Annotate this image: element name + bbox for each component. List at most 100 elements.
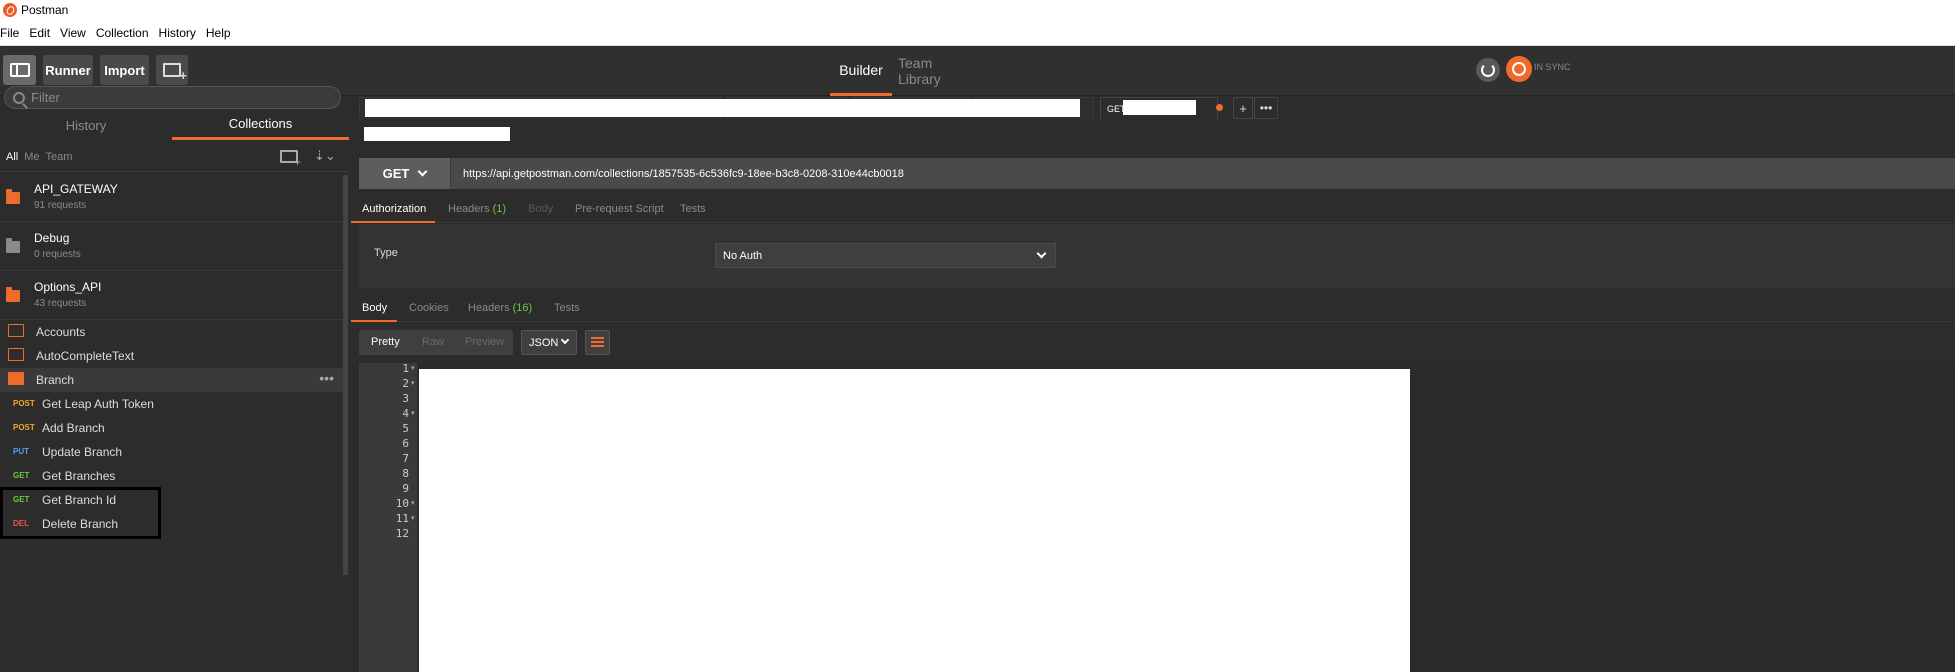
fold-arrow-icon[interactable]: ▾ [411,364,415,372]
filter-input[interactable] [31,90,311,105]
line-number: 11 [395,512,409,525]
unsaved-dot-icon [1216,104,1223,111]
tab-headers-label: Headers [448,203,490,215]
interceptor-icon[interactable] [1476,58,1500,82]
sidebar-scrollbar[interactable] [343,175,348,575]
request-item[interactable]: POST Add Branch [0,416,343,440]
highlight-box [0,487,161,539]
redacted-request-name [364,127,510,141]
method-badge: POST [13,399,35,408]
tab-tests[interactable]: Tests [680,203,706,215]
collection-name: API_GATEWAY [34,182,118,196]
filter-me[interactable]: Me [24,151,39,163]
collection-name: Debug [34,231,70,245]
collection-item[interactable]: Options_API 43 requests [0,271,343,320]
line-number: 3 [402,392,409,405]
collection-item[interactable]: API_GATEWAY 91 requests [0,173,343,222]
collection-count: 0 requests [34,249,81,260]
fold-arrow-icon[interactable]: ▾ [411,409,415,417]
active-tab-indicator [351,221,435,223]
method-badge: PUT [13,447,29,456]
method-badge: GET [13,471,30,480]
format-value: JSON [529,336,559,349]
request-item[interactable]: GET Get Branches [0,464,343,488]
view-mode-group: Pretty Raw Preview [359,330,513,355]
filter-all[interactable]: All [6,151,18,163]
tab-prerequest-script[interactable]: Pre-request Script [575,203,664,215]
tab-collections[interactable]: Collections [172,110,349,140]
wrap-lines-icon[interactable] [585,330,610,355]
redacted-response-body [419,369,1410,672]
line-gutter: 1 ▾ 2 ▾ 3 4 ▾ 5 6 7 8 9 10 ▾ 11 ▾ 12 [359,362,417,672]
request-name: Get Branches [42,469,116,483]
tab-builder[interactable]: Builder [830,46,892,96]
line-number: 8 [402,467,409,480]
auth-type-label: Type [374,247,398,259]
more-options-icon[interactable]: ••• [319,370,334,386]
fold-arrow-icon[interactable]: ▾ [411,379,415,387]
collection-filter-row: All Me Team ⇣⌄ [0,142,349,172]
tab-history[interactable]: History [0,110,172,140]
folder-icon [6,189,20,204]
folder-item-branch[interactable]: Branch ••• [0,368,343,392]
line-number: 9 [402,482,409,495]
add-tab-button[interactable]: + [1233,97,1253,119]
url-input[interactable]: https://api.getpostman.com/collections/1… [463,168,904,180]
request-tabs-row: GET + ••• [359,97,1955,119]
line-number: 10 [395,497,409,510]
filter-team[interactable]: Team [46,151,73,163]
headers-count: (1) [492,203,507,215]
request-name: Get Leap Auth Token [42,397,154,411]
view-preview[interactable]: Preview [465,336,504,348]
fold-arrow-icon[interactable]: ▾ [411,514,415,522]
sort-icon[interactable]: ⇣⌄ [314,148,336,164]
folder-item-autocompletetext[interactable]: AutoCompleteText [0,344,343,368]
collection-count: 91 requests [34,200,87,211]
collection-item[interactable]: Debug 0 requests [0,222,343,271]
folder-icon [6,287,20,302]
fold-arrow-icon[interactable]: ▾ [411,499,415,507]
tab-team-library[interactable]: Team Library [898,46,978,96]
tab-headers[interactable]: Headers (1) [448,203,506,215]
request-name: Add Branch [42,421,105,435]
chevron-down-icon [1036,248,1047,259]
folder-item-accounts[interactable]: Accounts [0,320,343,344]
request-item[interactable]: PUT Update Branch [0,440,343,464]
folder-name: Accounts [36,325,86,339]
folder-icon [8,348,24,361]
request-name: Update Branch [42,445,123,459]
folder-name: Branch [36,373,75,387]
filter-box[interactable] [4,86,341,109]
tab-authorization[interactable]: Authorization [362,203,426,215]
line-number: 12 [395,527,409,540]
tab-cookies[interactable]: Cookies [409,302,449,314]
response-view-bar: Pretty Raw Preview JSON [359,330,619,355]
folder-name: AutoCompleteText [36,349,135,363]
method-value: GET [382,166,410,181]
tab-body[interactable]: Body [528,203,553,215]
new-collection-icon[interactable] [280,150,301,169]
view-raw[interactable]: Raw [422,336,444,348]
line-number: 2 [402,377,409,390]
tab-options-button[interactable]: ••• [1254,97,1278,119]
request-item[interactable]: POST Get Leap Auth Token [0,392,343,416]
chevron-down-icon [417,166,428,177]
format-select[interactable]: JSON [521,330,577,355]
method-badge: POST [13,423,35,432]
authorization-panel: Type No Auth [359,224,1955,288]
tab-response-tests[interactable]: Tests [554,302,580,314]
tab-response-headers[interactable]: Headers (16) [468,302,532,314]
folder-icon [8,324,24,337]
request-builder: GET + ••• GET https://api.getpostman.com… [351,97,1955,672]
line-number: 4 [402,407,409,420]
redacted-region [365,99,1080,117]
sync-icon[interactable] [1506,56,1532,82]
auth-type-select[interactable]: No Auth [715,243,1056,268]
method-select[interactable]: GET [359,158,451,189]
tab-response-body[interactable]: Body [362,302,387,314]
response-editor[interactable]: 1 ▾ 2 ▾ 3 4 ▾ 5 6 7 8 9 10 ▾ 11 ▾ 12 [359,362,1955,672]
response-headers-count: (16) [512,302,533,314]
response-tabs: Body Cookies Headers (16) Tests [351,296,1955,322]
view-pretty[interactable]: Pretty [371,336,400,348]
sidebar: History Collections All Me Team ⇣⌄ API_G… [0,0,350,672]
